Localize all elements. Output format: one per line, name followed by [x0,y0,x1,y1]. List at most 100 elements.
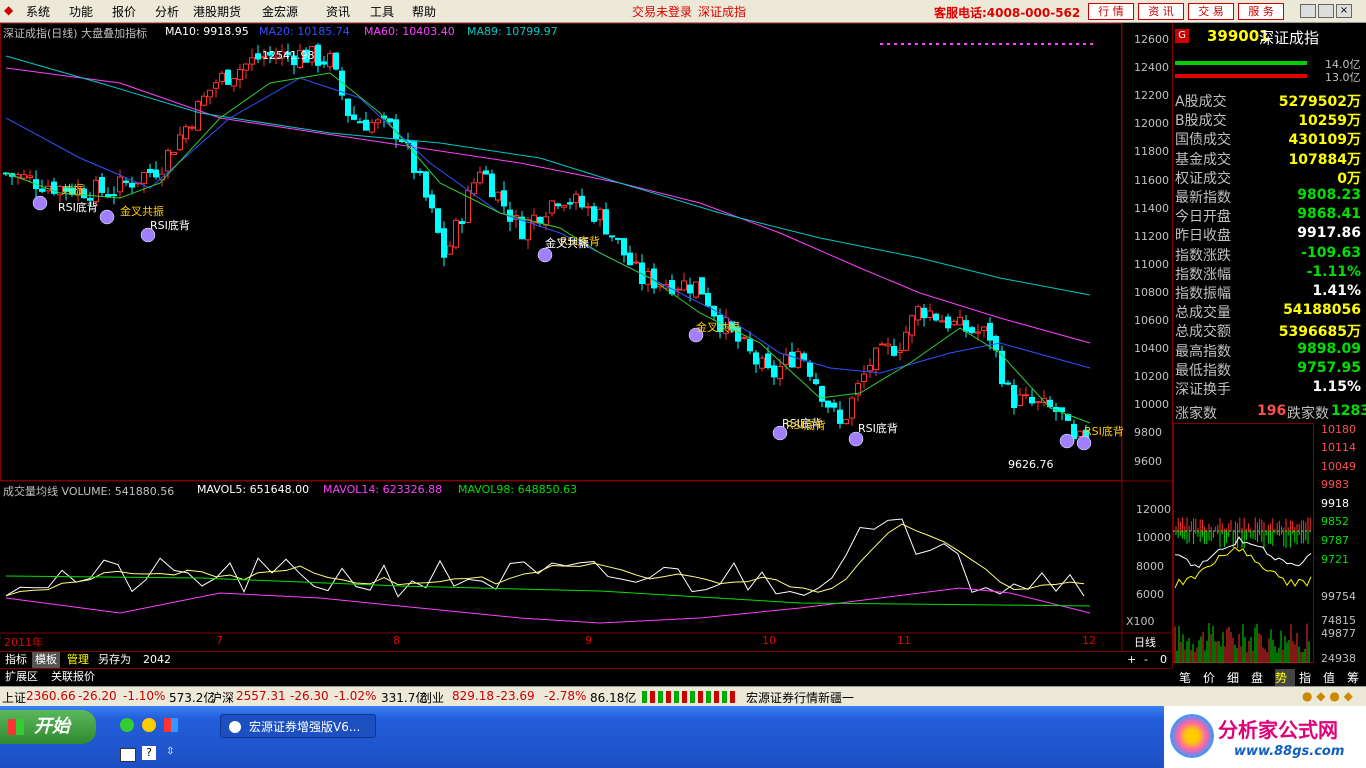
candle-body [471,182,477,195]
kline-svg[interactable] [0,23,1172,651]
signal-label: 金叉共振 [545,237,589,250]
quote-row: 最高指数 9898.09 [1173,341,1365,360]
minimize-icon[interactable] [1300,4,1316,18]
fall-count: 1283 [1331,403,1366,419]
tab-extension[interactable]: 扩展区 [2,669,41,685]
panel-tab[interactable]: 价 [1203,669,1223,686]
candle-body [555,203,561,207]
quote-row-label: 最低指数 [1175,362,1231,379]
news-button[interactable]: 资 讯 [1138,3,1184,20]
menu-jinhongyuan[interactable]: 金宏源 [262,3,298,20]
chart-title: 深证成指(日线) 大盘叠加指标 [3,27,148,40]
quote-row: 最新指数 9808.23 [1173,187,1365,206]
restore-icon[interactable] [1318,4,1334,18]
volume-bar-2-value: 13.0亿 [1325,71,1361,84]
candle-body [141,172,147,184]
cy-percent: -2.78% [544,689,587,703]
ticker-text: 宏源证券行情新疆一 [746,691,855,705]
login-status: 交易未登录 [632,5,693,19]
menu-function[interactable]: 功能 [69,3,93,20]
avg-line [1174,546,1312,589]
sh-name: 上证 [2,691,27,705]
panel-tab[interactable]: 筹 [1347,669,1366,686]
quote-row-value: 5279502万 [1278,94,1361,110]
menu-tools[interactable]: 工具 [370,3,394,20]
reset-button[interactable]: 0 [1157,652,1170,668]
ie-icon[interactable] [120,718,134,732]
candle-body [147,168,153,173]
candle-body [39,188,45,192]
rise-count: 196 [1257,403,1287,419]
zoom-in-button[interactable]: + [1124,652,1139,668]
tab-template[interactable]: 模板 [32,652,60,668]
windows-flag-icon[interactable] [164,718,178,732]
tab-indicator[interactable]: 指标 [2,652,30,668]
panel-tab[interactable]: 值 [1323,669,1343,686]
candle-body [747,338,753,352]
menu-hk-futures[interactable]: 港股期货 [193,3,241,20]
signal-face-icon [99,209,115,225]
trade-button[interactable]: 交 易 [1188,3,1234,20]
price-axis-tick: 12400 [1134,61,1169,75]
sh-value: 2360.66 [26,689,76,703]
menu-news[interactable]: 资讯 [326,3,350,20]
candle-body [1077,430,1083,437]
menu-help[interactable]: 帮助 [412,3,436,20]
panel-tab[interactable]: 细 [1227,669,1247,686]
taskbar-app-item[interactable]: 宏源证券增强版V6... [220,714,376,738]
rise-label: 涨家数 [1175,406,1217,422]
candle-body [915,306,921,321]
zoom-out-button[interactable]: - [1141,652,1151,668]
keyboard-icon[interactable] [120,748,136,762]
start-button[interactable]: 开始 [0,710,96,744]
service-button[interactable]: 服 务 [1238,3,1284,20]
minute-axis-tick: 24938 [1321,652,1356,665]
candle-body [633,261,639,264]
candle-body [861,373,867,383]
candle-body [681,280,687,291]
signal-face-icon [1059,433,1075,449]
app-logo-icon: ◆ [4,3,14,17]
candle-body [387,118,393,123]
tab-related-quote[interactable]: 关联报价 [48,669,98,685]
candle-body [459,221,465,225]
panel-tab[interactable]: 笔 [1179,669,1199,686]
menu-system[interactable]: 系统 [26,3,50,20]
panel-tab[interactable]: 指 [1299,669,1319,686]
quick-launch-icon[interactable] [142,718,156,732]
tray-icons[interactable]: ● ◆ ● ◆ [1302,689,1353,703]
candle-body [765,353,771,369]
quote-row-value: 9917.86 [1297,225,1361,242]
kline-chart-area[interactable]: 深证成指(日线) 大盘叠加指标 MA10: 9918.95 MA20: 1018… [0,23,1172,651]
panel-tab[interactable]: 盘 [1251,669,1271,686]
close-icon[interactable]: × [1336,4,1352,18]
candle-body [1035,401,1041,404]
quote-row-value: 9757.95 [1297,359,1361,376]
date-axis-label: 12 [1082,634,1096,647]
candle-body [999,350,1005,385]
candle-body [243,63,249,71]
menu-analysis[interactable]: 分析 [155,3,179,20]
menu-quote[interactable]: 报价 [112,3,136,20]
tab-save-as[interactable]: 另存为 [95,652,134,668]
minute-axis-tick: 10049 [1321,460,1356,473]
candle-body [837,409,843,424]
tab-2042[interactable]: 2042 [140,652,174,668]
current-index-title: 深证成指 [698,5,747,19]
candle-body [753,352,759,365]
tab-manage[interactable]: 管理 [64,652,92,668]
quote-row-label: 今日开盘 [1175,209,1231,226]
volume-axis-tick: 8000 [1136,560,1164,573]
candle-body [627,252,633,266]
panel-tab[interactable]: 势 [1275,669,1295,686]
minute-axis-tick: 9918 [1321,497,1349,510]
ime-icon[interactable]: ⇳ [166,746,174,757]
candle-body [981,326,987,331]
candle-body [237,68,243,81]
market-button[interactable]: 行 情 [1088,3,1134,20]
price-axis-tick: 12000 [1134,117,1169,131]
cy-value: 829.18 [452,689,494,703]
period-label[interactable]: 日线 [1134,634,1156,650]
quote-row-value: 1.15% [1312,379,1361,395]
help-icon[interactable]: ? [142,746,156,760]
